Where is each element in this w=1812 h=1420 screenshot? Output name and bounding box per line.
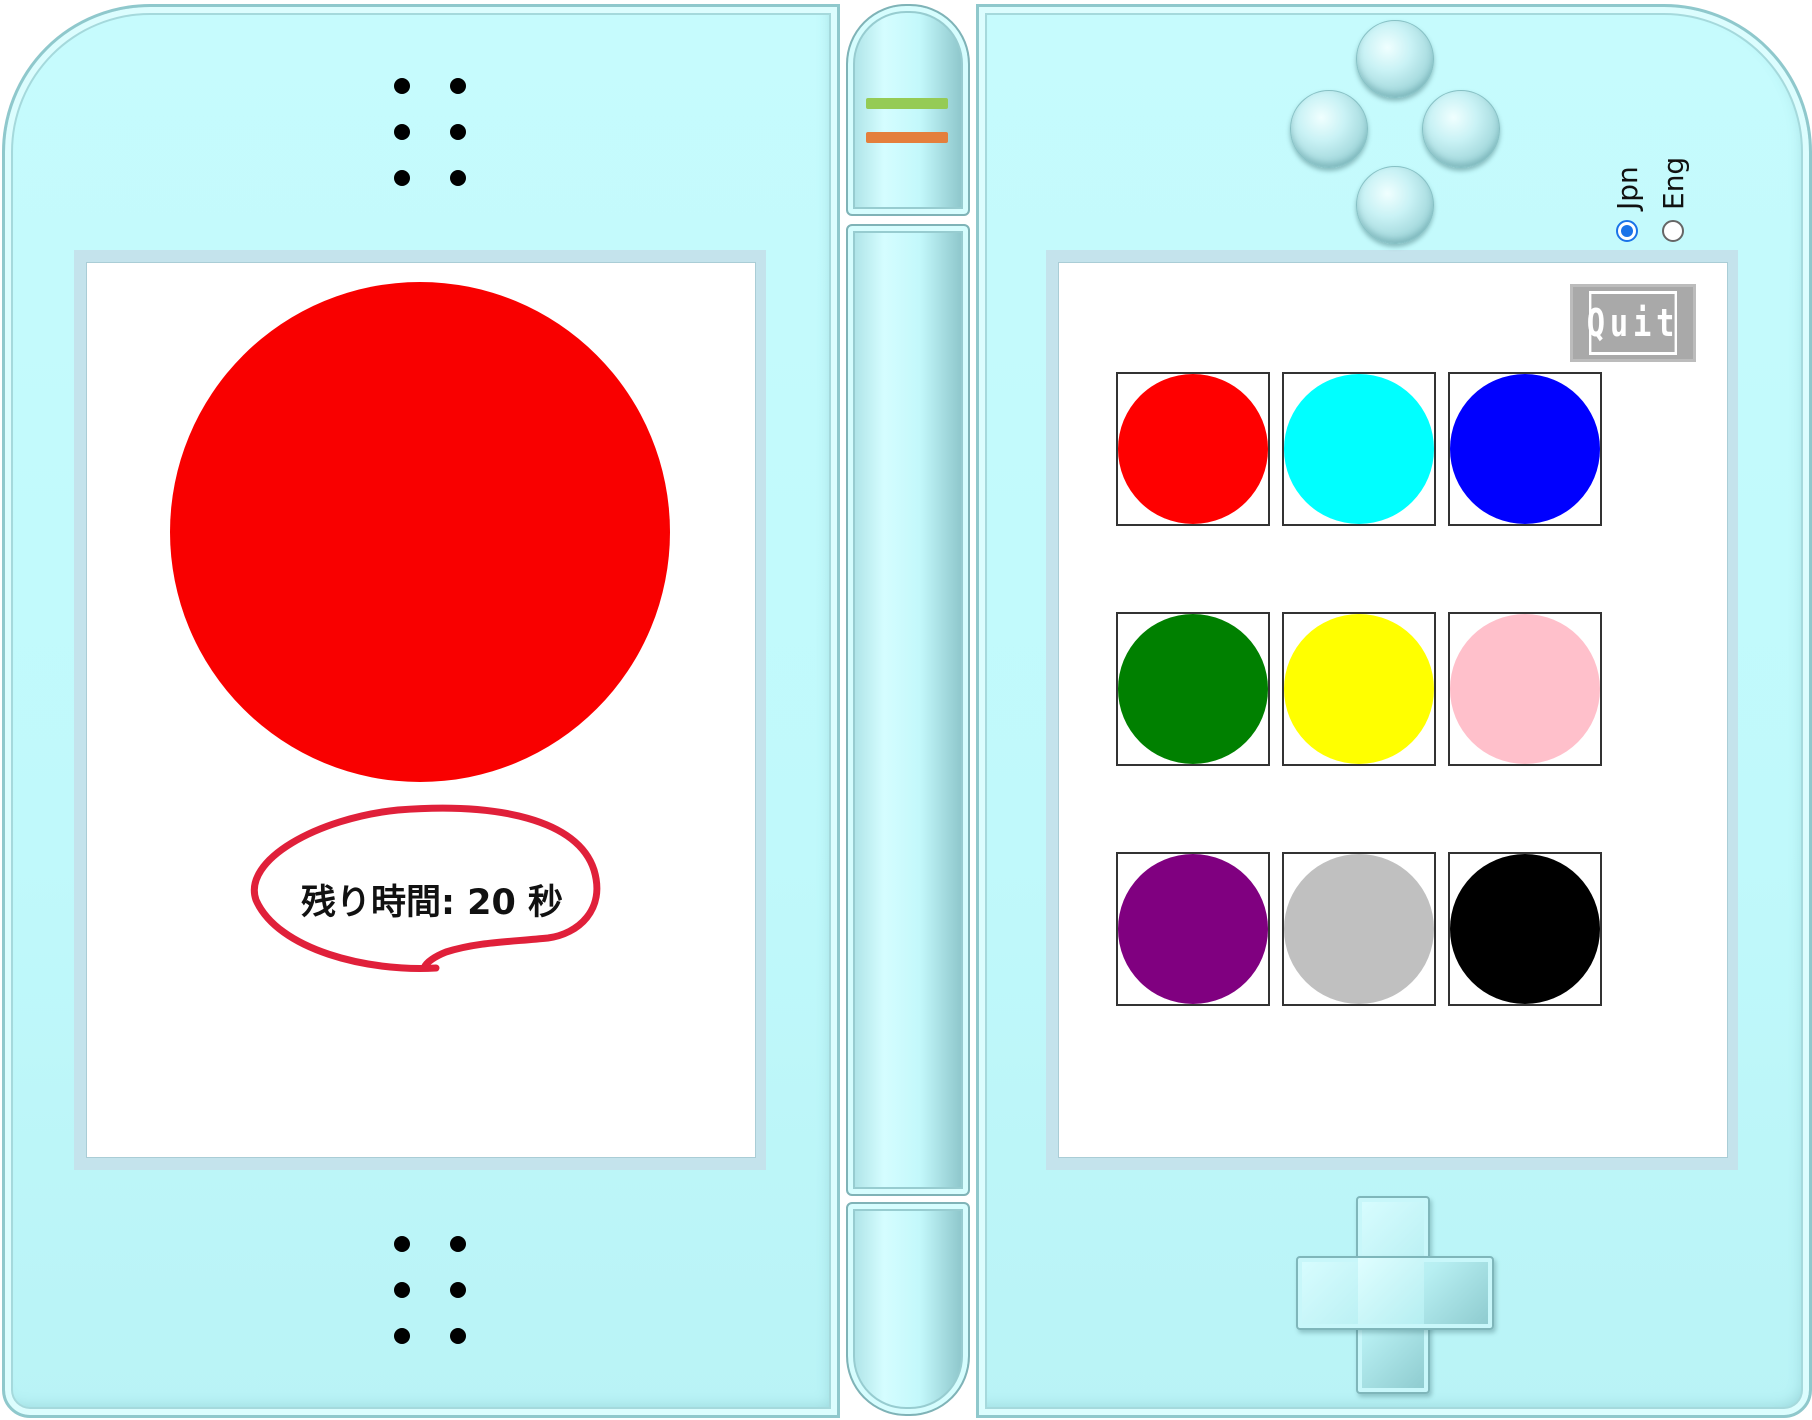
language-option-jpn[interactable]: Jpn (1610, 144, 1644, 242)
hinge-top (846, 4, 970, 216)
color-swatch-green[interactable] (1116, 612, 1270, 766)
left-round-button[interactable] (1290, 90, 1368, 168)
color-swatch-circle (1118, 614, 1268, 764)
target-color-circle (170, 282, 670, 782)
color-swatch-blue[interactable] (1448, 372, 1602, 526)
quit-button[interactable]: Quit (1570, 284, 1696, 362)
color-swatch-circle (1284, 374, 1434, 524)
hinge-bottom (846, 1202, 970, 1416)
dpad-center (1358, 1258, 1424, 1324)
color-swatch-circle (1284, 854, 1434, 1004)
color-swatch-yellow[interactable] (1282, 612, 1436, 766)
bottom-round-button[interactable] (1356, 166, 1434, 244)
top-round-button[interactable] (1356, 20, 1434, 98)
color-swatch-red[interactable] (1116, 372, 1270, 526)
color-swatch-circle (1118, 374, 1268, 524)
dpad[interactable] (1296, 1196, 1494, 1394)
color-swatch-circle (1284, 614, 1434, 764)
language-label-eng: Eng (1656, 156, 1690, 210)
color-swatch-circle (1450, 614, 1600, 764)
language-label-jpn: Jpn (1610, 166, 1644, 210)
color-swatch-cyan[interactable] (1282, 372, 1436, 526)
color-swatch-pink[interactable] (1448, 612, 1602, 766)
color-swatch-circle (1450, 854, 1600, 1004)
timer-text: 残り時間: 20 秒 (300, 883, 564, 923)
language-radio-jpn[interactable] (1616, 220, 1638, 242)
language-radio-eng[interactable] (1662, 220, 1684, 242)
color-swatch-silver[interactable] (1282, 852, 1436, 1006)
power-led-green (866, 98, 948, 109)
color-swatch-circle (1450, 374, 1600, 524)
charge-led-orange (866, 132, 948, 143)
quit-button-label: Quit (1587, 291, 1677, 355)
hinge-middle (846, 224, 970, 1196)
color-swatch-circle (1118, 854, 1268, 1004)
color-swatch-purple[interactable] (1116, 852, 1270, 1006)
color-swatch-black[interactable] (1448, 852, 1602, 1006)
language-option-eng[interactable]: Eng (1656, 144, 1690, 242)
right-round-button[interactable] (1422, 90, 1500, 168)
